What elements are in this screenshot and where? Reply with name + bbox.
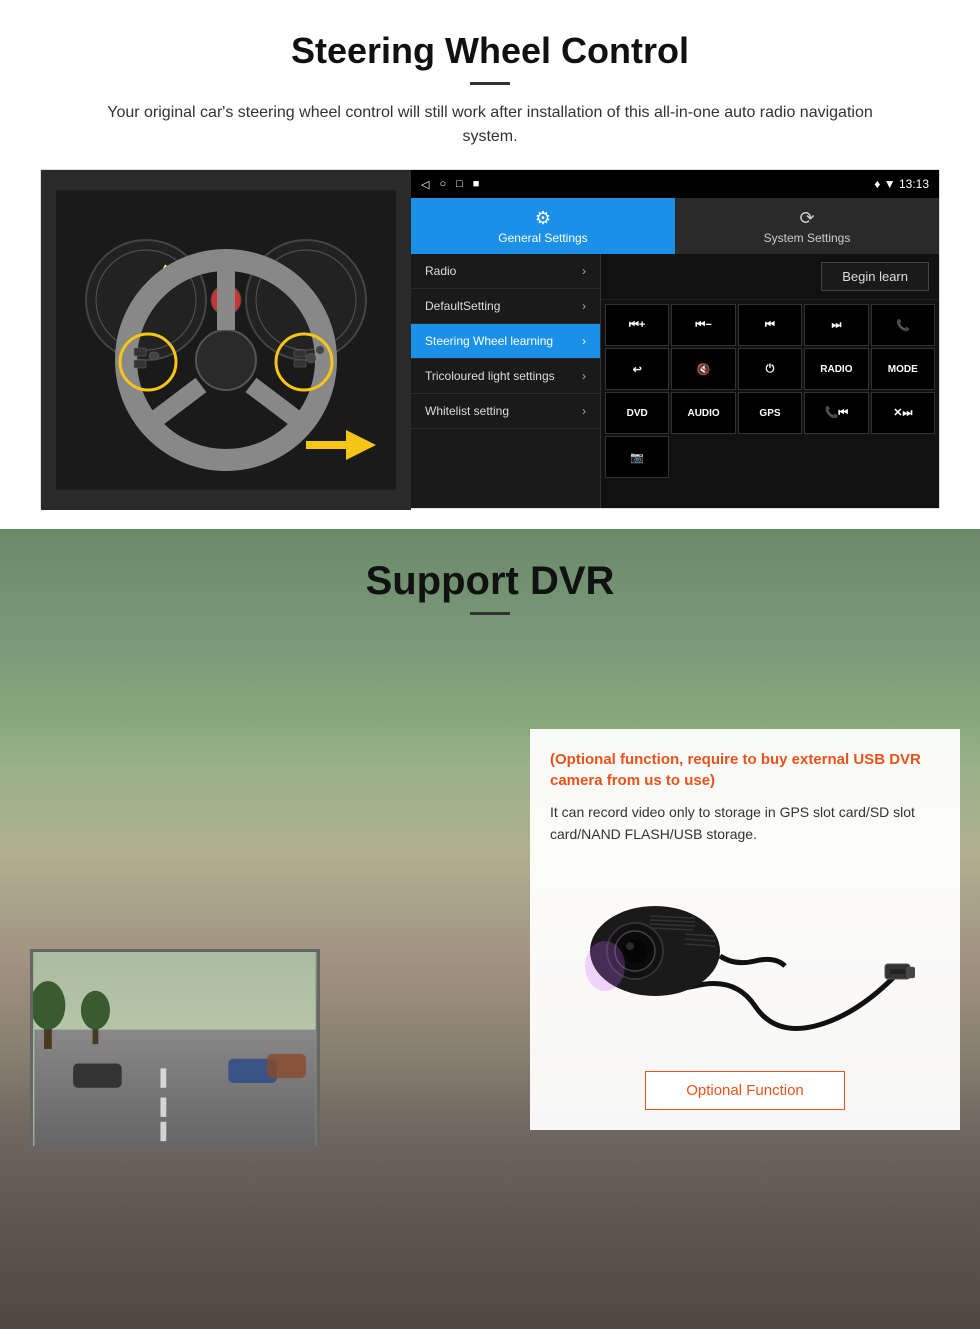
steering-demo: ◁ ○ □ ■ ♦ ▼ 13:13 ⚙ General Settings ⟳	[40, 169, 940, 509]
dvr-title: Support DVR	[0, 559, 980, 604]
ctrl-phone-next[interactable]: ✕⏭	[871, 392, 935, 434]
dvr-desc-text: It can record video only to storage in G…	[550, 801, 940, 846]
nav-menu-icon[interactable]: ■	[473, 178, 480, 191]
dvr-info-card: (Optional function, require to buy exter…	[530, 729, 960, 1130]
menu-item-whitelist[interactable]: Whitelist setting ›	[411, 394, 600, 429]
dvr-title-area: Support DVR	[0, 529, 980, 630]
tab-system-label: System Settings	[764, 231, 851, 245]
ctrl-dvd[interactable]: DVD	[605, 392, 669, 434]
ctrl-camera[interactable]: 📷	[605, 436, 669, 478]
menu-item-tricolour-label: Tricoloured light settings	[425, 369, 555, 383]
steering-subtitle: Your original car's steering wheel contr…	[80, 101, 900, 149]
steering-title: Steering Wheel Control	[40, 30, 940, 72]
nav-back-icon[interactable]: ◁	[421, 178, 429, 191]
chevron-right-icon: ›	[582, 299, 586, 313]
ctrl-phone[interactable]: 📞	[871, 304, 935, 346]
gear-icon: ⚙	[535, 208, 551, 229]
left-menu: Radio › DefaultSetting › Steering Wheel …	[411, 254, 601, 508]
tab-general-label: General Settings	[498, 231, 587, 245]
ctrl-radio[interactable]: RADIO	[804, 348, 868, 390]
ctrl-prev[interactable]: ⏮	[738, 304, 802, 346]
ctrl-hangup[interactable]: ↩	[605, 348, 669, 390]
nav-home-icon[interactable]: ○	[439, 178, 446, 191]
dvr-section: Support DVR	[0, 529, 980, 1329]
android-panel: ◁ ○ □ ■ ♦ ▼ 13:13 ⚙ General Settings ⟳	[411, 170, 939, 508]
menu-item-default-label: DefaultSetting	[425, 299, 500, 313]
status-bar: ◁ ○ □ ■ ♦ ▼ 13:13	[411, 170, 939, 198]
status-bar-time: ♦ ▼ 13:13	[874, 177, 929, 191]
steering-img-area	[41, 170, 411, 510]
chevron-right-icon: ›	[582, 369, 586, 383]
ctrl-vol-down[interactable]: ⏮−	[671, 304, 735, 346]
ctrl-power[interactable]: ⏻	[738, 348, 802, 390]
tab-general[interactable]: ⚙ General Settings	[411, 198, 675, 254]
menu-item-radio-label: Radio	[425, 264, 456, 278]
ctrl-audio[interactable]: AUDIO	[671, 392, 735, 434]
nav-recent-icon[interactable]: □	[456, 178, 463, 191]
ctrl-mode[interactable]: MODE	[871, 348, 935, 390]
menu-item-radio[interactable]: Radio ›	[411, 254, 600, 289]
signal-icon: ♦ ▼	[874, 177, 895, 191]
begin-learn-row: Begin learn	[601, 254, 939, 300]
menu-item-steering-label: Steering Wheel learning	[425, 334, 553, 348]
android-content: Radio › DefaultSetting › Steering Wheel …	[411, 254, 939, 508]
dvr-optional-text: (Optional function, require to buy exter…	[550, 749, 940, 791]
optional-function-button[interactable]: Optional Function	[645, 1071, 845, 1110]
dvr-screen-inset	[30, 949, 320, 1149]
menu-item-whitelist-label: Whitelist setting	[425, 404, 509, 418]
steering-section: Steering Wheel Control Your original car…	[0, 0, 980, 529]
clock: 13:13	[899, 177, 929, 191]
system-icon: ⟳	[799, 208, 814, 229]
ctrl-phone-prev[interactable]: 📞⏮	[804, 392, 868, 434]
menu-item-default[interactable]: DefaultSetting ›	[411, 289, 600, 324]
chevron-right-icon: ›	[582, 334, 586, 348]
begin-learn-button[interactable]: Begin learn	[821, 262, 929, 291]
ctrl-vol-up[interactable]: ⏮+	[605, 304, 669, 346]
ctrl-gps[interactable]: GPS	[738, 392, 802, 434]
chevron-right-icon: ›	[582, 404, 586, 418]
tab-system[interactable]: ⟳ System Settings	[675, 198, 939, 254]
status-bar-nav: ◁ ○ □ ■	[421, 178, 479, 191]
dvr-screen-inner	[33, 952, 317, 1146]
menu-item-steering[interactable]: Steering Wheel learning ›	[411, 324, 600, 359]
right-panel: Begin learn ⏮+ ⏮− ⏮ ⏭ 📞 ↩ 🔇 ⏻	[601, 254, 939, 508]
menu-item-tricolour[interactable]: Tricoloured light settings ›	[411, 359, 600, 394]
title-divider	[470, 82, 510, 85]
tab-bar: ⚙ General Settings ⟳ System Settings	[411, 198, 939, 254]
dvr-camera-area	[550, 866, 940, 1071]
control-button-grid: ⏮+ ⏮− ⏮ ⏭ 📞 ↩ 🔇 ⏻ RADIO MODE DVD AUDIO	[601, 300, 939, 482]
dvr-title-divider	[470, 612, 510, 615]
chevron-right-icon: ›	[582, 264, 586, 278]
ctrl-next[interactable]: ⏭	[804, 304, 868, 346]
ctrl-mute[interactable]: 🔇	[671, 348, 735, 390]
